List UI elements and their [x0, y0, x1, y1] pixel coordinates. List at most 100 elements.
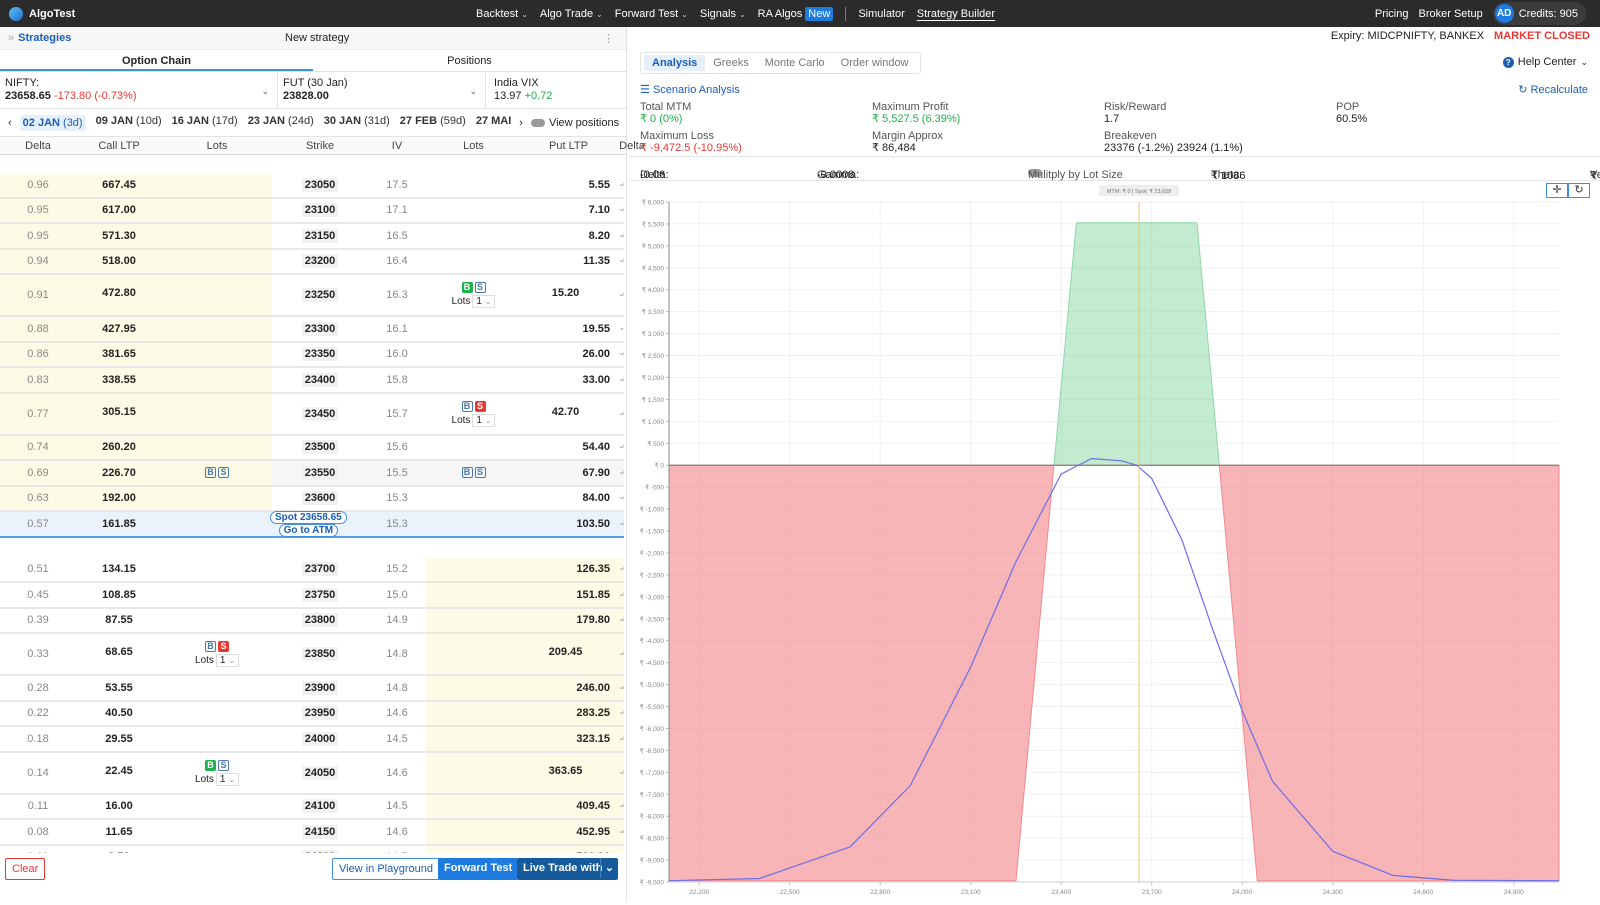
chain-row[interactable]: 0.39 87.55 23800 14.9 179.80 -0.61 [0, 608, 624, 634]
call-ltp[interactable]: 260.20 [102, 441, 136, 453]
call-ltp[interactable]: 381.65 [102, 348, 136, 360]
chain-row[interactable]: 0.95 617.00 23100 17.1 7.10 -0.05 [0, 198, 624, 224]
call-ltp[interactable]: 226.70 [102, 467, 136, 479]
call-ltp[interactable]: 472.80 [102, 281, 136, 299]
chain-row[interactable]: 0.94 518.00 23200 16.4 11.35 -0.07 [0, 249, 624, 275]
chain-row[interactable]: 0.95 571.30 23150 16.5 8.20 -0.05 [0, 224, 624, 250]
call-ltp[interactable]: 305.15 [102, 400, 136, 418]
put-ltp[interactable]: 501.30 [576, 851, 610, 853]
put-ltp[interactable]: 246.00 [576, 682, 610, 694]
nav-signals[interactable]: Signals ⌄ [700, 8, 746, 20]
payoff-chart-svg[interactable]: ₹ 6,000 ₹ 5,500 ₹ 5,000 ₹ 4,500 ₹ 4,000 ₹ 3,5… [629, 182, 1600, 902]
expiry-option[interactable]: 30 JAN (31d) [324, 115, 390, 131]
call-ltp[interactable]: 40.50 [105, 707, 133, 719]
buy-button[interactable]: B [205, 467, 216, 479]
sell-button[interactable]: S [218, 467, 229, 479]
chain-row[interactable]: 0.06 8.50 24200 14.7 501.30 -0.93 [0, 845, 624, 853]
put-ltp[interactable]: 363.65 [549, 759, 583, 777]
expiry-option[interactable]: 27 MAI [476, 115, 511, 131]
chain-row[interactable]: 0.11 16.00 24100 14.5 409.45 -0.89 [0, 794, 624, 820]
call-ltp[interactable]: 11.65 [106, 826, 133, 838]
call-ltp[interactable]: 8.50 [108, 851, 129, 853]
chain-row[interactable]: 0.88 427.95 23300 16.1 19.55 -0.11 [0, 317, 624, 343]
chain-row[interactable]: 0.45 108.85 23750 15.0 151.85 -0.55 [0, 583, 624, 609]
live-trade-button[interactable]: Live Trade with ⌄ [517, 858, 618, 880]
put-ltp[interactable]: 19.55 [582, 323, 610, 335]
put-ltp[interactable]: 209.45 [549, 640, 583, 658]
chain-row[interactable]: 0.63 192.00 23600 15.3 84.00 -0.37 [0, 486, 624, 512]
tab-analysis[interactable]: Analysis [644, 55, 706, 71]
tab-greeks[interactable]: Greeks [705, 55, 756, 71]
expiry-option[interactable]: 27 FEB (59d) [400, 115, 466, 131]
brand-logo[interactable]: AlgoTest [0, 6, 75, 21]
buy-button[interactable]: B [205, 759, 216, 771]
put-ltp[interactable]: 283.25 [576, 707, 610, 719]
call-ltp[interactable]: 53.55 [105, 682, 133, 694]
put-ltp[interactable]: 323.15 [576, 733, 610, 745]
strategy-name[interactable]: New strategy [285, 32, 349, 44]
lots-select[interactable]: Lots 1 ⌄ [195, 654, 239, 667]
put-ltp[interactable]: 103.50 [576, 518, 610, 530]
chain-row[interactable]: 0.69226.70BS2355015.5BS67.90-0.31 [0, 461, 624, 487]
chain-row[interactable]: 0.51 134.15 23700 15.2 126.35 -0.49 [0, 557, 624, 583]
put-ltp[interactable]: 5.55 [589, 179, 610, 191]
crosshair-icon[interactable]: ✛ [1546, 183, 1568, 198]
buy-button[interactable]: B [461, 282, 473, 293]
sell-button[interactable]: S [474, 400, 486, 412]
put-ltp[interactable]: 33.00 [582, 374, 610, 386]
call-ltp[interactable]: 29.55 [105, 733, 133, 745]
put-ltp[interactable]: 11.35 [583, 255, 610, 267]
put-ltp[interactable]: 67.90 [582, 467, 610, 479]
forward-test-button[interactable]: Forward Test [438, 858, 519, 880]
call-ltp[interactable]: 108.85 [102, 589, 136, 601]
strategies-link[interactable]: Strategies [18, 32, 71, 44]
tab-option-chain[interactable]: Option Chain [0, 50, 313, 71]
call-ltp[interactable]: 134.15 [102, 563, 136, 575]
futures-select[interactable]: FUT (30 Jan) 23828.00 ⌄ [278, 72, 486, 108]
chain-row[interactable]: 0.86 381.65 23350 16.0 26.00 -0.15 [0, 342, 624, 368]
nav-pricing[interactable]: Pricing [1375, 8, 1409, 20]
go-to-atm-button[interactable]: Go to ATM [278, 524, 339, 537]
expiry-option[interactable]: 16 JAN (17d) [172, 115, 238, 131]
recalculate-button[interactable]: ↻ Recalculate [1518, 83, 1588, 96]
call-ltp[interactable]: 16.00 [105, 800, 133, 812]
payoff-chart[interactable]: ₹ 6,000 ₹ 5,500 ₹ 5,000 ₹ 4,500 ₹ 4,000 ₹ 3,5… [629, 182, 1600, 902]
sell-button[interactable]: S [474, 282, 486, 293]
nav-forward-test[interactable]: Forward Test ⌄ [615, 8, 688, 20]
expiry-option[interactable]: 09 JAN (10d) [96, 115, 162, 131]
clear-button[interactable]: Clear [5, 858, 46, 880]
put-ltp[interactable]: 84.00 [582, 492, 610, 504]
call-ltp[interactable]: 571.30 [102, 230, 136, 242]
chain-row[interactable]: 0.22 40.50 23950 14.6 283.25 -0.77 [0, 701, 624, 727]
chain-row[interactable]: 0.83 338.55 23400 15.8 33.00 -0.18 [0, 368, 624, 394]
expiry-option[interactable]: 02 JAN (3d) [19, 114, 86, 131]
nav-simulator[interactable]: Simulator [858, 8, 904, 20]
call-ltp[interactable]: 617.00 [102, 204, 136, 216]
lots-select[interactable]: Lots 1 ⌄ [452, 413, 496, 427]
chain-row[interactable]: 0.18 29.55 24000 14.5 323.15 -0.82 [0, 727, 624, 753]
chain-row[interactable]: 0.08 11.65 24150 14.6 452.95 -0.92 [0, 820, 624, 846]
chain-row[interactable]: 0.91472.802325016.3BSLots1 ⌄15.20-0.09 [0, 275, 624, 317]
put-ltp[interactable]: 126.35 [576, 563, 610, 575]
chain-row[interactable]: 0.28 53.55 23900 14.8 246.00 -0.72 [0, 676, 624, 702]
underlying-select[interactable]: NIFTY: 23658.65 -173.80 (-0.73%) ⌄ [0, 72, 278, 108]
expiry-option[interactable]: 23 JAN (24d) [248, 115, 314, 131]
credits-badge[interactable]: AD Credits: 905 [1492, 2, 1586, 25]
help-center-dropdown[interactable]: ? Help Center ⌄ [1502, 56, 1588, 68]
chain-row[interactable]: 0.74 260.20 23500 15.6 54.40 -0.26 [0, 435, 624, 461]
chain-row[interactable]: 0.77305.152345015.7BSLots1 ⌄42.70-0.22 [0, 393, 624, 436]
chevron-right-icon[interactable]: › [519, 117, 523, 129]
call-ltp[interactable]: 68.65 [105, 640, 133, 658]
call-ltp[interactable]: 87.55 [105, 614, 133, 626]
nav-backtest[interactable]: Backtest ⌄ [476, 8, 528, 20]
more-options-icon[interactable]: ⋮ [603, 32, 614, 45]
view-in-playground-button[interactable]: View in Playground [332, 858, 440, 880]
lots-select[interactable]: Lots 1 ⌄ [195, 772, 239, 786]
buy-button[interactable]: B [461, 400, 473, 412]
put-ltp[interactable]: 7.10 [589, 204, 610, 216]
put-ltp[interactable]: 26.00 [582, 348, 610, 360]
tab-monte-carlo[interactable]: Monte Carlo [757, 55, 833, 71]
put-ltp[interactable]: 179.80 [576, 614, 610, 626]
call-ltp[interactable]: 192.00 [102, 492, 136, 504]
chevron-left-icon[interactable]: ‹ [8, 117, 12, 129]
